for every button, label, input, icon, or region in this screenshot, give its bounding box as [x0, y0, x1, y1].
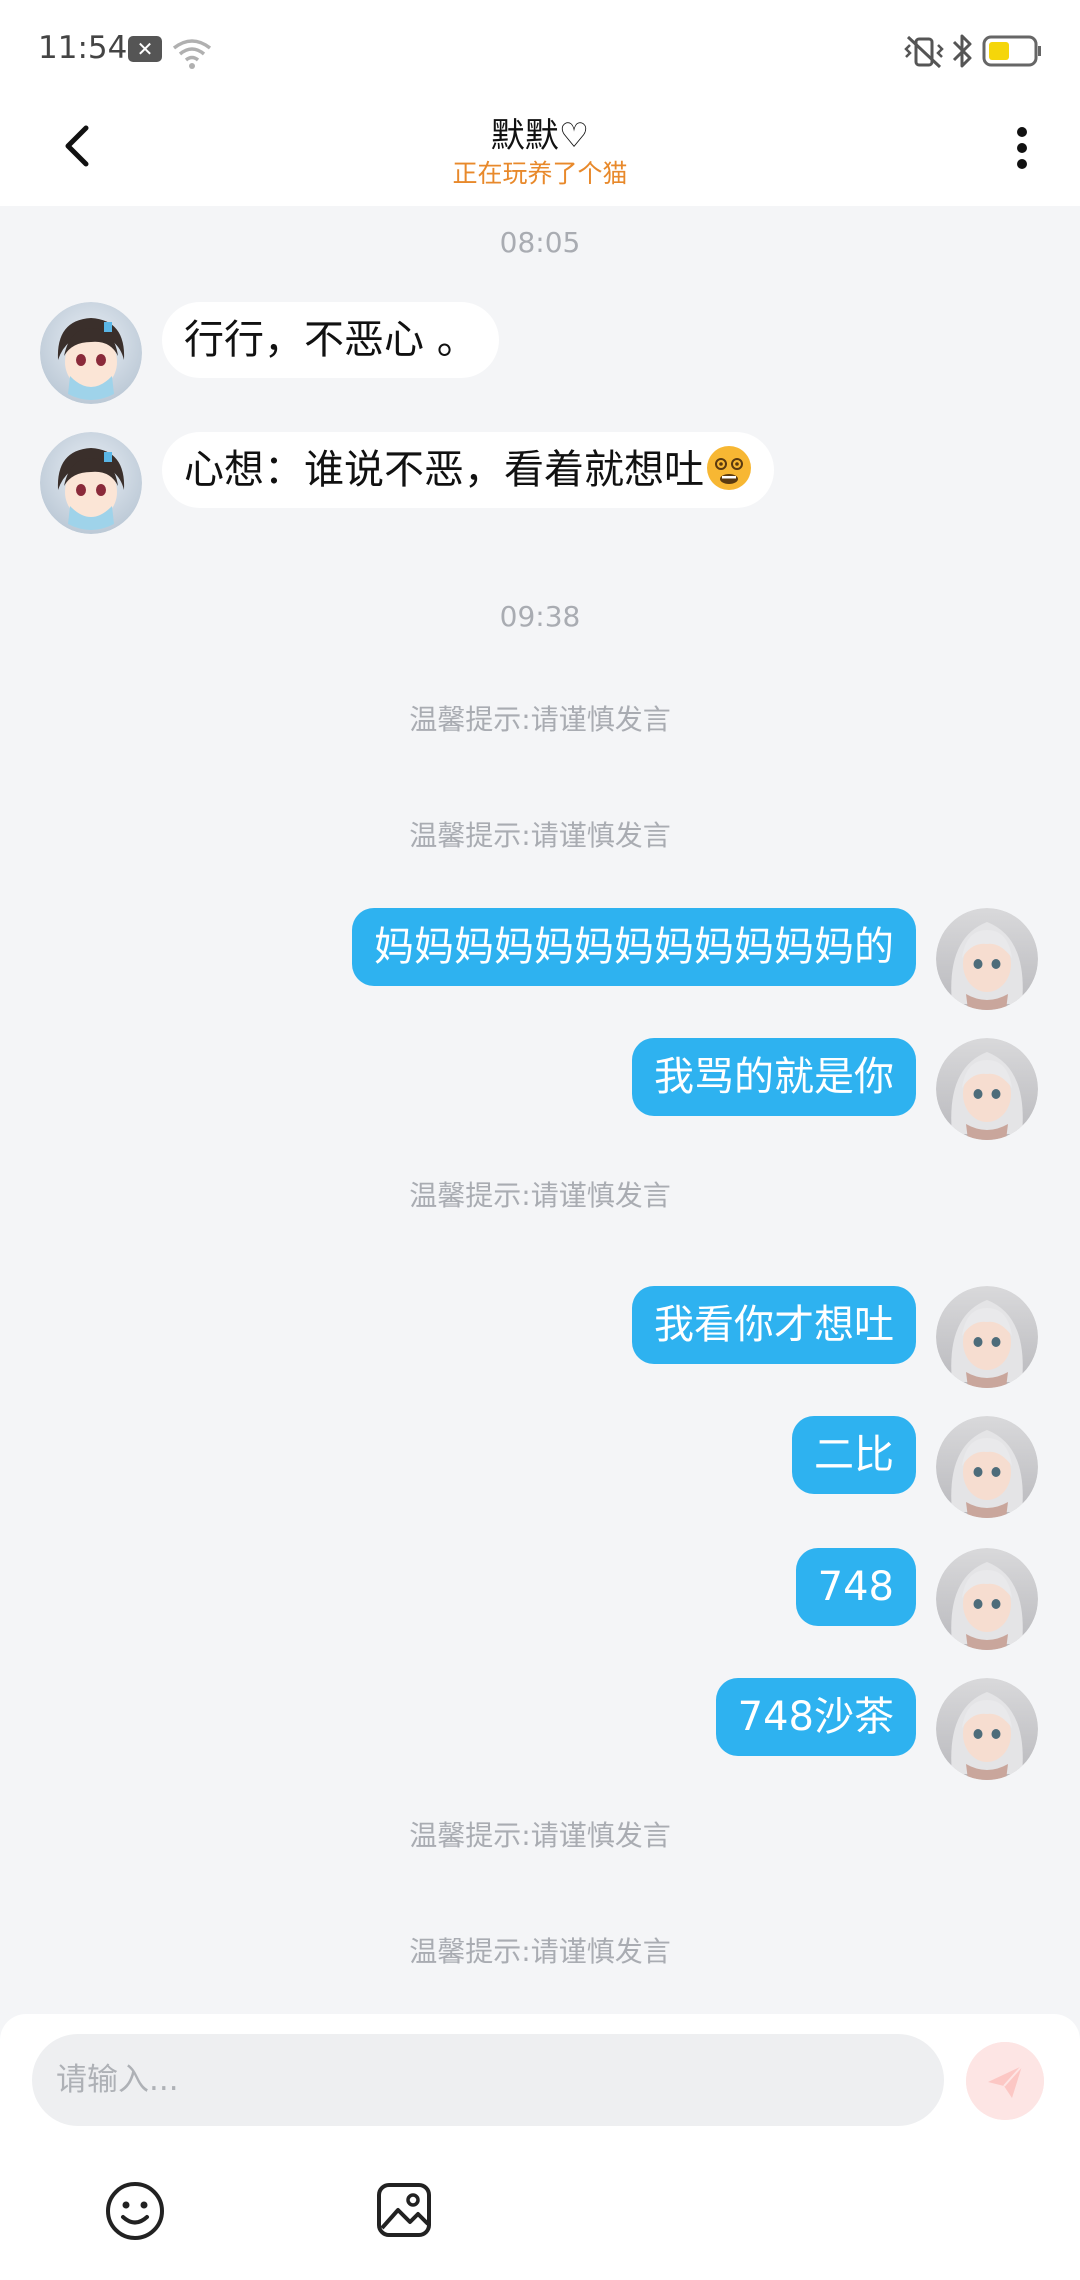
- message-text: 心想：谁说不恶，看着就想吐: [184, 447, 704, 493]
- message-text: 748: [817, 1564, 894, 1610]
- message-text: 我骂的就是你: [654, 1054, 894, 1100]
- message-bubble-outgoing[interactable]: 我看你才想吐: [632, 1286, 916, 1364]
- my-avatar[interactable]: [936, 1678, 1038, 1780]
- message-text: 妈妈妈妈妈妈妈妈妈妈妈妈的: [374, 924, 894, 970]
- composer: [0, 2014, 1080, 2280]
- image-icon[interactable]: [374, 2180, 434, 2240]
- message-bubble-outgoing[interactable]: 748沙茶: [715, 1678, 916, 1756]
- system-tip: 温馨提示:请谨慎发言: [409, 1819, 671, 1852]
- message-text: 748沙茶: [737, 1694, 894, 1740]
- contact-avatar[interactable]: [40, 432, 142, 534]
- wifi-icon: [172, 39, 212, 69]
- message-bubble-outgoing[interactable]: 妈妈妈妈妈妈妈妈妈妈妈妈的: [352, 908, 916, 986]
- timestamp: 09:38: [499, 600, 581, 633]
- my-avatar[interactable]: [936, 1038, 1038, 1140]
- message-bubble-outgoing[interactable]: 二比: [792, 1416, 916, 1494]
- contact-avatar[interactable]: [40, 302, 142, 404]
- chat-title: 默默♡: [490, 116, 590, 156]
- chat-status: 正在玩养了个猫: [452, 159, 628, 188]
- status-bar: 11:54 ✕: [0, 0, 1080, 100]
- chat-header: 默默♡ 正在玩养了个猫: [0, 100, 1080, 206]
- my-avatar[interactable]: [936, 1548, 1038, 1650]
- battery-icon: [982, 35, 1041, 67]
- system-tip: 温馨提示:请谨慎发言: [409, 1935, 671, 1968]
- my-avatar[interactable]: [936, 1416, 1038, 1518]
- message-bubble-incoming[interactable]: 心想：谁说不恶，看着就想吐: [162, 432, 774, 508]
- message-bubble-outgoing[interactable]: 我骂的就是你: [632, 1038, 916, 1116]
- message-text: 行行，不恶心 。: [184, 317, 477, 363]
- notification-icon: ✕: [128, 36, 162, 62]
- timestamp: 08:05: [499, 226, 581, 259]
- message-text: 二比: [814, 1432, 894, 1478]
- bluetooth-icon: [952, 34, 972, 68]
- my-avatar[interactable]: [936, 908, 1038, 1010]
- system-tip: 温馨提示:请谨慎发言: [409, 703, 671, 736]
- smile-icon[interactable]: [104, 2180, 166, 2242]
- message-bubble-outgoing[interactable]: 748: [795, 1548, 916, 1626]
- my-avatar[interactable]: [936, 1286, 1038, 1388]
- message-input[interactable]: [32, 2034, 944, 2126]
- message-bubble-incoming[interactable]: 行行，不恶心 。: [162, 302, 499, 378]
- more-icon[interactable]: [1000, 118, 1044, 178]
- dizzy-face-emoji-icon: [707, 446, 751, 490]
- system-tip: 温馨提示:请谨慎发言: [409, 819, 671, 852]
- status-time: 11:54: [38, 30, 128, 66]
- message-text: 我看你才想吐: [654, 1302, 894, 1348]
- send-button[interactable]: [966, 2042, 1044, 2120]
- vibrate-icon: [904, 35, 944, 69]
- system-tip: 温馨提示:请谨慎发言: [409, 1179, 671, 1212]
- message-list[interactable]: 08:05 行行，不恶心 。 心想：谁说不恶，看着就想吐 09:38 温馨提示:…: [0, 206, 1080, 2014]
